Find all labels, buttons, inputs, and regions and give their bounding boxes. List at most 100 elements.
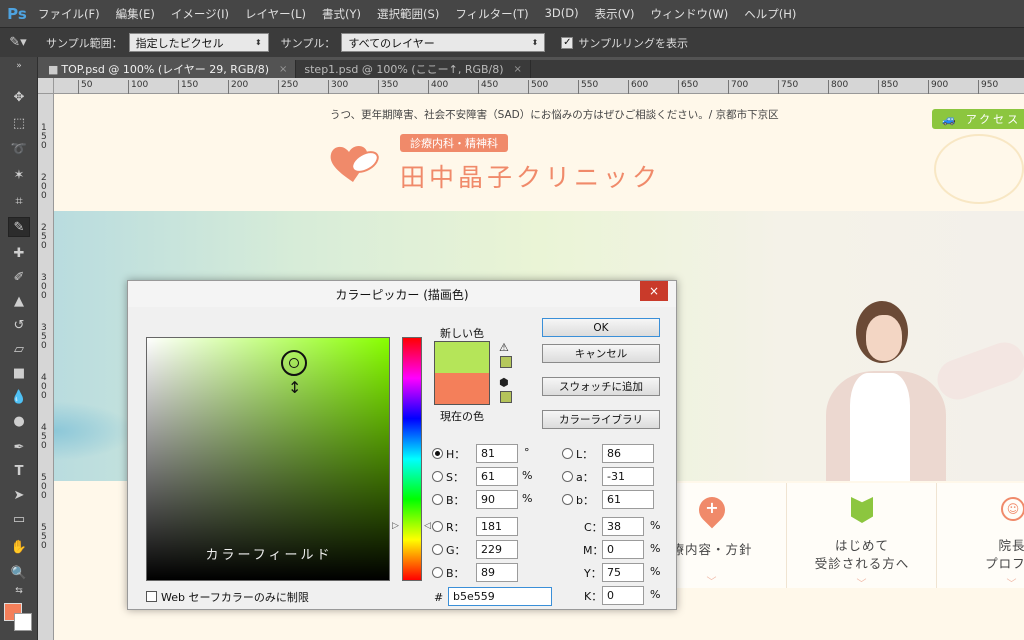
ruler-tick-label: 500 (528, 80, 548, 94)
water-ripple-decoration (54, 401, 134, 461)
hue-slider-handle-left[interactable]: ▷ (392, 521, 399, 531)
healing-brush-tool-icon[interactable]: ✚ (8, 243, 30, 263)
brush-tool-icon[interactable]: ✐ (8, 267, 30, 287)
blue-label: B： (446, 567, 465, 580)
ruler-tick-label: 150 (178, 80, 198, 94)
zoom-tool-icon[interactable]: 🔍 (8, 563, 30, 583)
current-color-swatch[interactable] (434, 373, 490, 405)
radio-b[interactable] (432, 494, 443, 505)
cancel-button[interactable]: キャンセル (542, 344, 660, 363)
menu-item[interactable]: 3D(D) (537, 6, 587, 22)
a-label: a： (576, 471, 594, 484)
close-icon[interactable]: × (514, 64, 522, 75)
hand-tool-icon[interactable]: ✋ (8, 537, 30, 557)
dodge-tool-icon[interactable]: ● (8, 411, 30, 431)
eyedropper-tool-preset-icon[interactable]: ✎▾ (0, 35, 36, 50)
gamut-warning-icon[interactable]: ⚠ (499, 341, 509, 354)
marquee-tool-icon[interactable]: ⬚ (8, 113, 30, 133)
a-field[interactable]: -31 (602, 467, 654, 486)
s-label: S： (446, 471, 464, 484)
radio-blue[interactable] (432, 567, 443, 578)
hue-slider[interactable] (402, 337, 422, 581)
ruler-tick-label: 4 5 0 (41, 423, 50, 451)
new-color-swatch (434, 341, 490, 373)
c-field[interactable]: 38 (602, 517, 644, 536)
collapse-panel-icon[interactable]: » (8, 61, 30, 71)
sample-size-select[interactable]: 指定したピクセル ⬍ (128, 33, 269, 52)
hero-person-photo (826, 301, 1024, 481)
eyedropper-tool-icon[interactable]: ✎ (8, 217, 30, 237)
ok-button[interactable]: OK (542, 318, 660, 337)
menu-item[interactable]: ファイル(F) (30, 6, 108, 22)
menu-item[interactable]: イメージ(I) (163, 6, 237, 22)
eraser-tool-icon[interactable]: ▱ (8, 339, 30, 359)
web-safe-swatch[interactable] (500, 391, 512, 403)
type-tool-icon[interactable]: T (8, 461, 30, 481)
quick-select-tool-icon[interactable]: ✶ (8, 165, 30, 185)
menu-item[interactable]: 表示(V) (587, 6, 643, 22)
hex-label: # (434, 591, 444, 604)
stamp-tool-icon[interactable]: ▲ (8, 291, 30, 311)
menu-item[interactable]: 編集(E) (108, 6, 163, 22)
hex-field[interactable]: b5e559 (448, 587, 552, 606)
menu-item[interactable]: 選択範囲(S) (369, 6, 447, 22)
background-color-swatch[interactable] (14, 613, 32, 631)
radio-l[interactable] (562, 448, 573, 459)
radio-g[interactable] (432, 544, 443, 555)
menu-item[interactable]: フィルター(T) (447, 6, 536, 22)
history-brush-tool-icon[interactable]: ↺ (8, 315, 30, 335)
y-field[interactable]: 75 (602, 563, 644, 582)
sample-select[interactable]: すべてのレイヤー ⬍ (341, 33, 546, 52)
color-field[interactable]: ↕ カラーフィールド (146, 337, 390, 581)
tab-top-psd[interactable]: ■ TOP.psd @ 100% (レイヤー 29, RGB/8) × (40, 60, 297, 78)
k-field[interactable]: 0 (602, 586, 644, 605)
path-select-tool-icon[interactable]: ➤ (8, 485, 30, 505)
web-cube-icon[interactable]: ⬢ (499, 376, 509, 389)
close-icon[interactable]: × (640, 281, 668, 301)
ruler-tick-label: 300 (328, 80, 348, 94)
ruler-tick-label: 650 (678, 80, 698, 94)
add-to-swatches-button[interactable]: スウォッチに追加 (542, 377, 660, 396)
g-field[interactable]: 229 (476, 540, 518, 559)
access-button[interactable]: 🚙 アクセス (932, 109, 1024, 129)
s-field[interactable]: 61 (476, 467, 518, 486)
swap-colors-icon[interactable]: ⇆ (8, 585, 30, 597)
radio-s[interactable] (432, 471, 443, 482)
h-field[interactable]: 81 (476, 444, 518, 463)
crop-tool-icon[interactable]: ⌗ (8, 191, 30, 211)
r-field[interactable]: 181 (476, 517, 518, 536)
color-ring-marker (281, 350, 307, 376)
g-label: G： (446, 544, 466, 557)
gradient-tool-icon[interactable]: ■ (8, 363, 30, 383)
tab-step1-psd[interactable]: step1.psd @ 100% (ここー↑, RGB/8) × (296, 60, 531, 78)
nav-card-first-visit[interactable]: はじめて 受診される方へ ﹀ (786, 483, 936, 590)
radio-h[interactable] (432, 448, 443, 459)
web-only-checkbox[interactable] (146, 591, 157, 602)
menu-item[interactable]: ヘルプ(H) (736, 6, 804, 22)
hue-slider-handle-right[interactable]: ◁ (424, 521, 431, 531)
menu-item[interactable]: ウィンドウ(W) (642, 6, 736, 22)
r-label: R： (446, 521, 465, 534)
pen-tool-icon[interactable]: ✒ (8, 437, 30, 457)
radio-a[interactable] (562, 471, 573, 482)
blur-tool-icon[interactable]: 💧 (8, 387, 30, 407)
m-field[interactable]: 0 (602, 540, 644, 559)
menu-item[interactable]: 書式(Y) (314, 6, 369, 22)
close-icon[interactable]: × (279, 64, 287, 75)
move-tool-icon[interactable]: ✥ (8, 87, 30, 107)
show-ring-checkbox[interactable]: ✓ (561, 36, 574, 49)
menu-item[interactable]: レイヤー(L) (237, 6, 314, 22)
shape-tool-icon[interactable]: ▭ (8, 509, 30, 529)
radio-r[interactable] (432, 521, 443, 532)
nav-card-profile[interactable]: ☺ 院長 プロフィ ﹀ (936, 483, 1024, 590)
blue-field[interactable]: 89 (476, 563, 518, 582)
dialog-title-bar[interactable]: カラーピッカー (描画色) × (128, 281, 676, 307)
l-field[interactable]: 86 (602, 444, 654, 463)
color-libraries-button[interactable]: カラーライブラリ (542, 410, 660, 429)
radio-lab-b[interactable] (562, 494, 573, 505)
b-field[interactable]: 90 (476, 490, 518, 509)
chevron-updown-icon: ⬍ (254, 38, 262, 47)
lab-b-field[interactable]: 61 (602, 490, 654, 509)
gamut-warning-swatch[interactable] (500, 356, 512, 368)
lasso-tool-icon[interactable]: ➰ (8, 139, 30, 159)
